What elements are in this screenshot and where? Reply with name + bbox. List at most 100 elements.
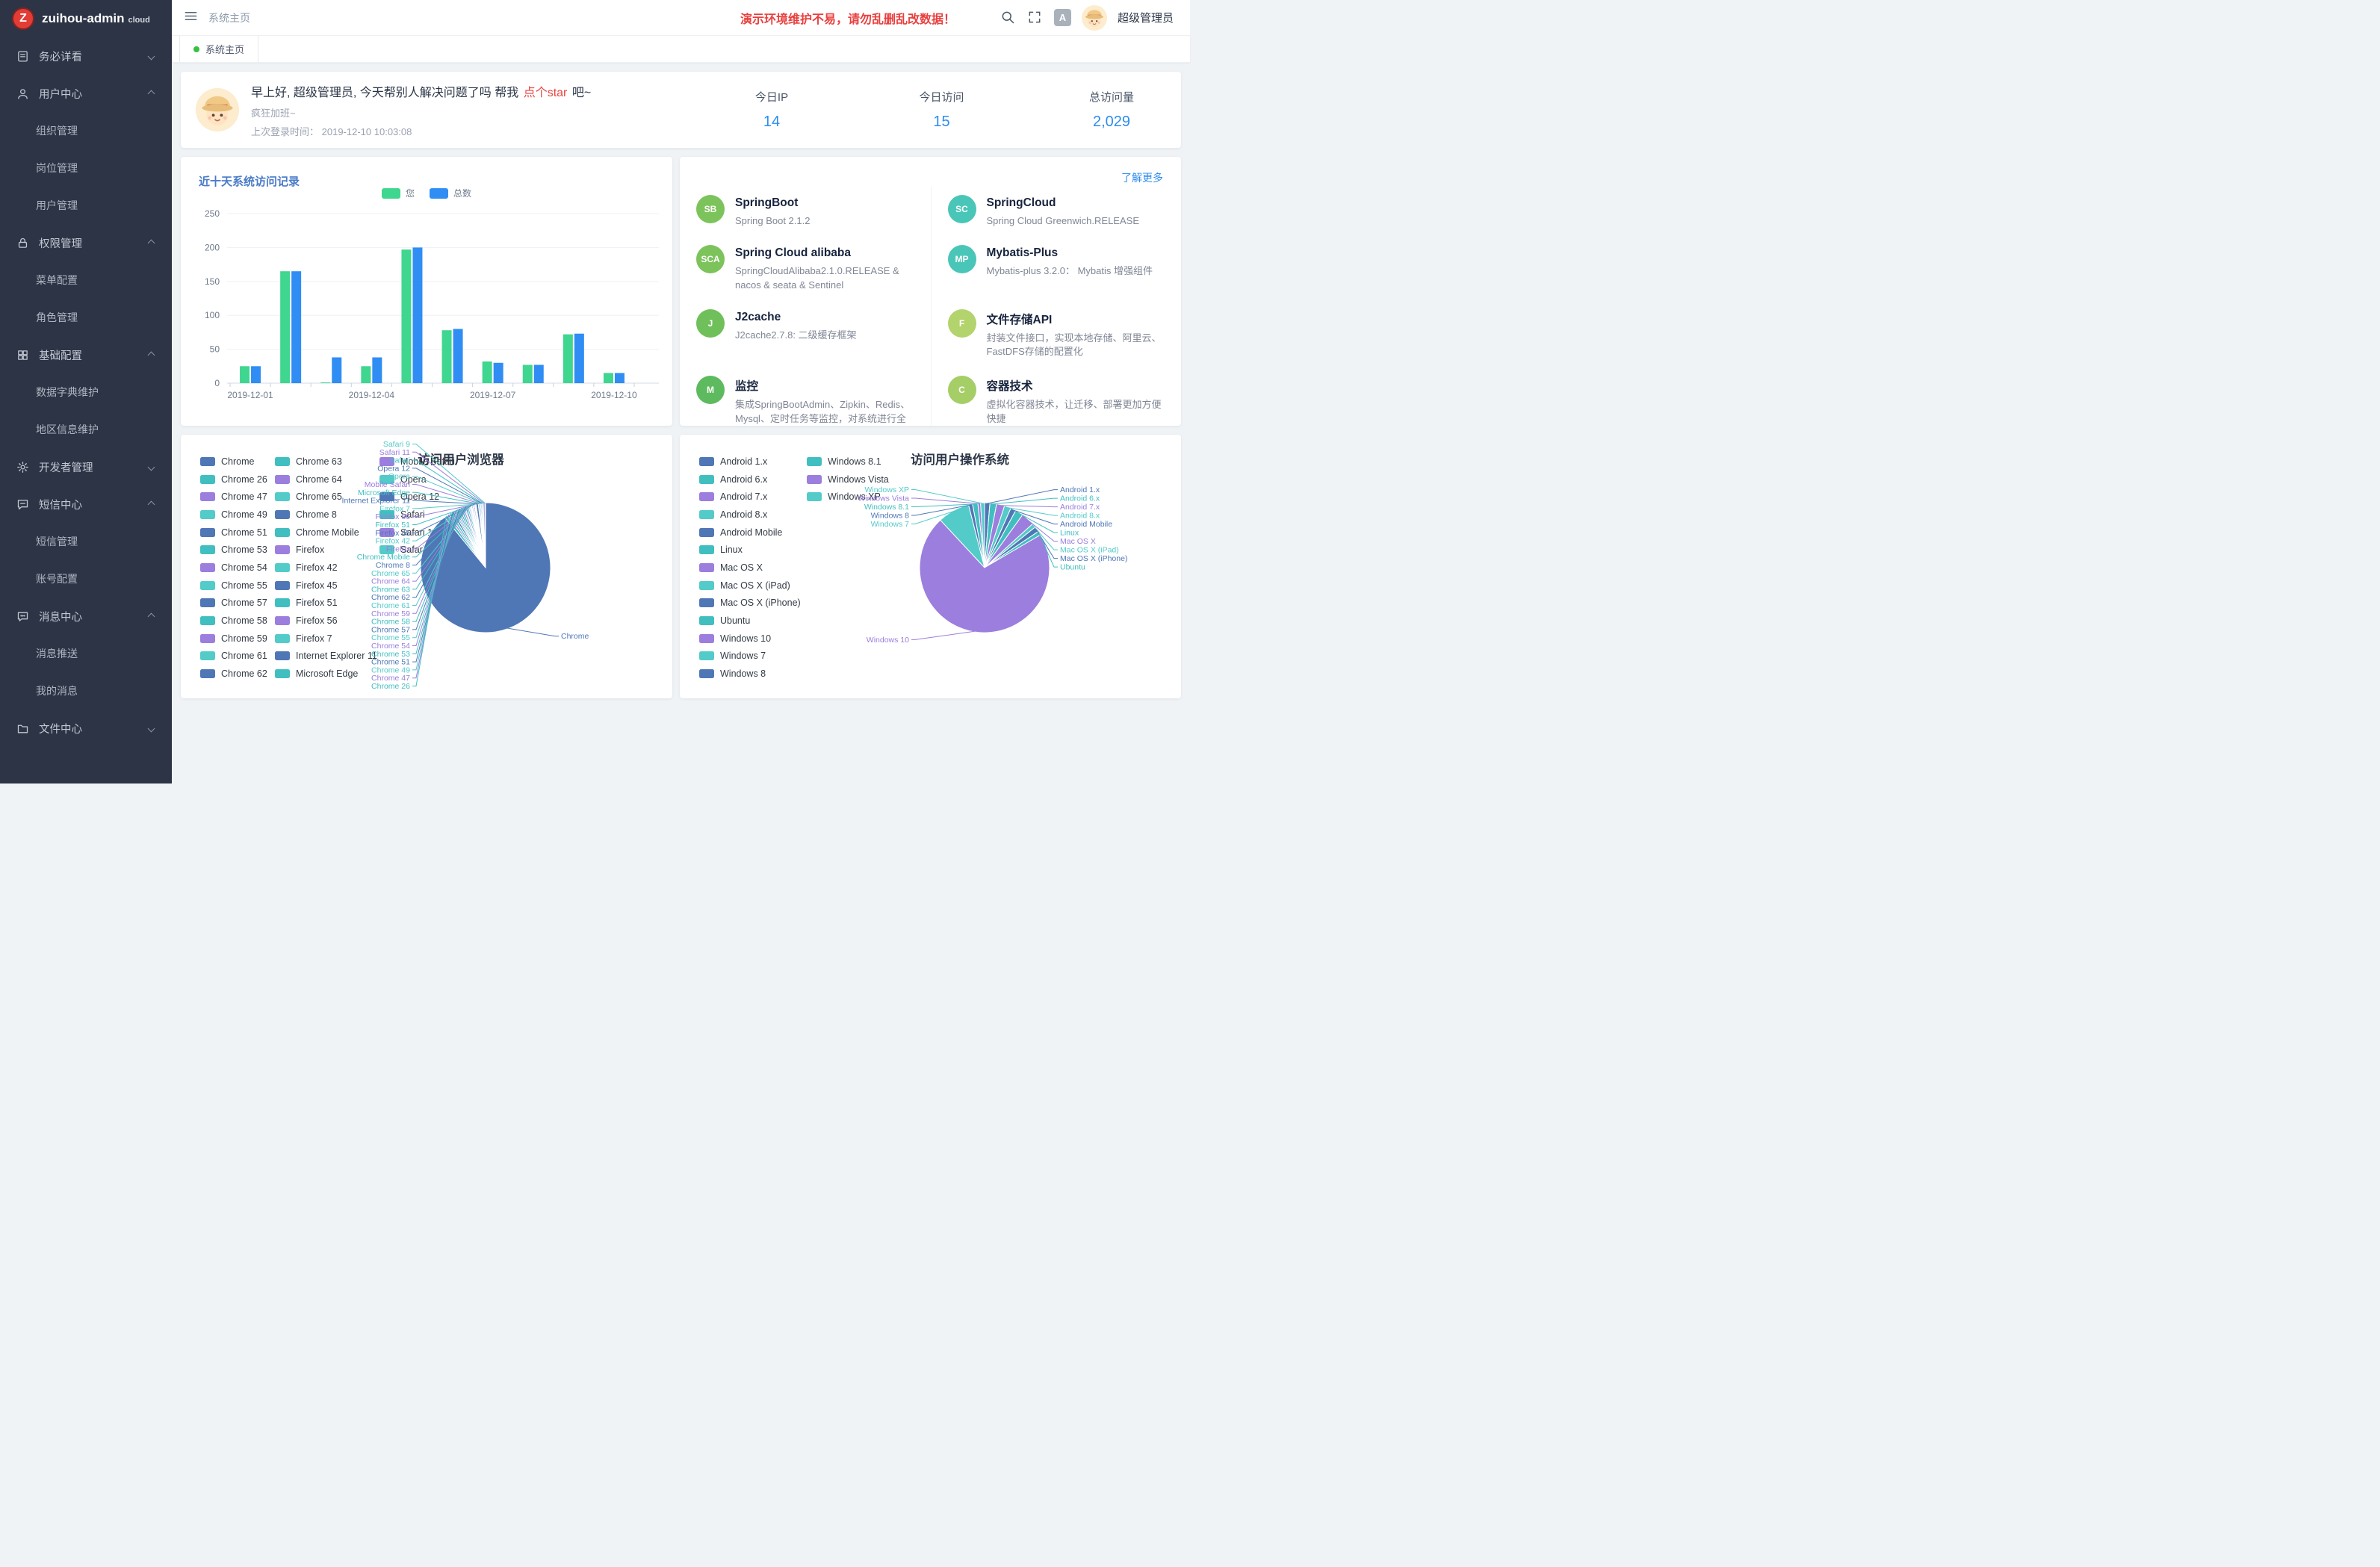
legend-item[interactable]: Android 7.x	[699, 488, 807, 506]
fullscreen-icon[interactable]	[1027, 10, 1044, 26]
pie-slice-Firefox 7	[475, 503, 486, 568]
sidebar-item-6[interactable]: 消息中心	[0, 598, 172, 635]
legend-label: Safari 9	[400, 544, 433, 555]
legend-item[interactable]: Microsoft Edge	[275, 665, 379, 683]
sidebar-subitem-3-1[interactable]: 地区信息维护	[0, 411, 172, 448]
legend-item[interactable]: Chrome 64	[275, 471, 379, 488]
legend-item[interactable]: Chrome Mobile	[275, 524, 379, 542]
sidebar-subitem-1-0[interactable]: 组织管理	[0, 112, 172, 149]
legend-swatch	[200, 651, 215, 660]
legend-item[interactable]: Mobile Safari	[379, 453, 468, 471]
legend-item[interactable]: Opera 12	[379, 488, 468, 506]
sidebar-item-5[interactable]: 短信中心	[0, 485, 172, 523]
bar-chart-legend: 您 总数	[181, 187, 672, 199]
legend-item[interactable]: Chrome 54	[200, 559, 275, 577]
more-link[interactable]: 了解更多	[1121, 170, 1163, 185]
legend-item[interactable]: Chrome 57	[200, 595, 275, 612]
legend-item[interactable]: Mac OS X (iPhone)	[699, 595, 807, 612]
legend-item[interactable]: Windows Vista	[807, 471, 895, 488]
legend-item[interactable]: Firefox 51	[275, 595, 379, 612]
legend-item[interactable]: Windows XP	[807, 488, 895, 506]
legend-item[interactable]: Chrome 62	[200, 665, 275, 683]
legend-item[interactable]: Windows 7	[699, 648, 807, 665]
sidebar-subitem-label: 角色管理	[36, 310, 78, 325]
legend-item[interactable]: Chrome 49	[200, 506, 275, 524]
legend-label: Mobile Safari	[400, 456, 455, 467]
sidebar-item-7[interactable]: 文件中心	[0, 710, 172, 747]
legend-item[interactable]: Opera	[379, 471, 468, 488]
sidebar-item-3[interactable]: 基础配置	[0, 336, 172, 373]
tab-home[interactable]: 系统主页	[179, 36, 258, 62]
legend-item[interactable]: Mac OS X	[699, 559, 807, 577]
legend-item[interactable]: Windows 10	[699, 630, 807, 648]
legend-item[interactable]: Windows 8.1	[807, 453, 895, 471]
legend-item[interactable]: Chrome 58	[200, 612, 275, 630]
legend-item[interactable]: Firefox 45	[275, 577, 379, 595]
greeting-title: 早上好, 超级管理员, 今天帮别人解决问题了吗 帮我 点个star 吧~	[251, 82, 591, 100]
legend-item[interactable]: Internet Explorer 11	[275, 648, 379, 665]
legend-item[interactable]: Mac OS X (iPad)	[699, 577, 807, 595]
legend-item[interactable]: Ubuntu	[699, 612, 807, 630]
legend-item[interactable]: Chrome 55	[200, 577, 275, 595]
user-avatar[interactable]	[1082, 5, 1107, 31]
sidebar-subitem-5-1[interactable]: 账号配置	[0, 560, 172, 598]
legend-item[interactable]: Chrome 26	[200, 471, 275, 488]
sidebar-item-2[interactable]: 权限管理	[0, 224, 172, 261]
pie-slice-Windows Vista	[978, 503, 985, 568]
pie-slice-Firefox 45	[473, 503, 486, 568]
sidebar-subitem-2-1[interactable]: 角色管理	[0, 299, 172, 336]
sidebar-item-4[interactable]: 开发者管理	[0, 448, 172, 485]
legend-item[interactable]: Safari 11	[379, 524, 468, 542]
sidebar-item-0[interactable]: 务必详看	[0, 37, 172, 75]
legend-item[interactable]: Chrome 65	[275, 488, 379, 506]
font-size-button[interactable]: A	[1054, 9, 1071, 26]
sidebar-subitem-1-1[interactable]: 岗位管理	[0, 149, 172, 187]
sidebar-item-1[interactable]: 用户中心	[0, 75, 172, 112]
username[interactable]: 超级管理员	[1118, 10, 1174, 25]
legend-item[interactable]: Chrome 51	[200, 524, 275, 542]
legend-item[interactable]: Firefox 56	[275, 612, 379, 630]
legend-item[interactable]: Safari	[379, 506, 468, 524]
legend-item[interactable]: Chrome 59	[200, 630, 275, 648]
legend-item[interactable]: Android Mobile	[699, 524, 807, 542]
sidebar-subitem-1-2[interactable]: 用户管理	[0, 187, 172, 224]
bar-总数-2019-12-05	[412, 247, 422, 383]
legend-item[interactable]: Chrome 61	[200, 648, 275, 665]
bar-legend-item-1[interactable]: 总数	[430, 187, 471, 199]
legend-label: Windows Vista	[828, 474, 889, 485]
chevron-down-icon	[148, 724, 155, 732]
legend-item[interactable]: Chrome 8	[275, 506, 379, 524]
legend-item[interactable]: Firefox	[275, 541, 379, 559]
app-logo[interactable]: Z zuihou-admin cloud	[0, 0, 172, 37]
legend-item[interactable]: Linux	[699, 541, 807, 559]
sidebar-subitem-6-0[interactable]: 消息推送	[0, 635, 172, 672]
breadcrumb[interactable]: 系统主页	[208, 10, 250, 25]
legend-item[interactable]: Chrome 63	[275, 453, 379, 471]
sidebar-subitem-6-1[interactable]: 我的消息	[0, 672, 172, 710]
tech-title: SpringCloud	[987, 196, 1140, 210]
legend-item[interactable]: Firefox 42	[275, 559, 379, 577]
hamburger-icon[interactable]	[184, 9, 198, 27]
bar-总数-2019-12-02	[291, 271, 301, 383]
legend-item[interactable]: Windows 8	[699, 665, 807, 683]
star-link[interactable]: 点个star	[524, 87, 568, 99]
legend-item[interactable]: Firefox 7	[275, 630, 379, 648]
sidebar-subitem-2-0[interactable]: 菜单配置	[0, 261, 172, 299]
legend-item[interactable]: Android 8.x	[699, 506, 807, 524]
legend-label: Linux	[720, 544, 743, 555]
legend-item[interactable]: Safari 9	[379, 541, 468, 559]
greeting-text: 早上好, 超级管理员, 今天帮别人解决问题了吗 帮我 点个star 吧~ 疯狂加…	[251, 82, 591, 138]
legend-item[interactable]: Android 1.x	[699, 453, 807, 471]
sidebar-subitem-5-0[interactable]: 短信管理	[0, 523, 172, 560]
bar-legend-item-0[interactable]: 您	[382, 187, 415, 199]
legend-item[interactable]: Chrome	[200, 453, 275, 471]
pie-slice-Internet Explorer 11	[476, 503, 486, 568]
sidebar-subitem-3-0[interactable]: 数据字典维护	[0, 373, 172, 411]
legend-item[interactable]: Chrome 53	[200, 541, 275, 559]
legend-swatch	[807, 475, 822, 484]
legend-item[interactable]: Android 6.x	[699, 471, 807, 488]
pie-slice-Windows 8	[969, 504, 985, 568]
main-column: 系统主页 演示环境维护不易，请勿乱删乱改数据！ A 超级管理员 系统主页	[172, 0, 1190, 784]
search-icon[interactable]	[1000, 10, 1017, 26]
legend-item[interactable]: Chrome 47	[200, 488, 275, 506]
